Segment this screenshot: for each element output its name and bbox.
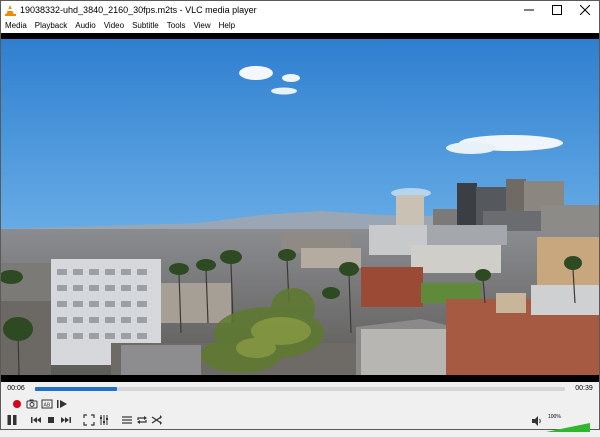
frame-step-button[interactable] <box>55 397 69 411</box>
menu-bar: Media Playback Audio Video Subtitle Tool… <box>1 19 599 33</box>
next-button[interactable] <box>59 413 73 427</box>
speaker-icon <box>532 416 541 426</box>
extended-settings-button[interactable] <box>97 413 111 427</box>
close-button[interactable] <box>571 1 599 19</box>
seek-row: 00:06 00:39 <box>1 382 599 395</box>
title-bar[interactable]: 19038332-uhd_3840_2160_30fps.m2ts - VLC … <box>1 1 599 19</box>
next-icon <box>61 417 71 423</box>
pause-icon <box>7 415 17 425</box>
loop-ab-button[interactable]: AB <box>40 397 54 411</box>
window-title: 19038332-uhd_3840_2160_30fps.m2ts - VLC … <box>20 5 257 15</box>
video-frame <box>1 33 599 382</box>
frame-step-icon <box>57 400 67 408</box>
mute-button[interactable] <box>531 415 543 427</box>
fullscreen-icon <box>83 414 95 426</box>
fullscreen-button[interactable] <box>82 413 96 427</box>
menu-subtitle[interactable]: Subtitle <box>128 19 163 33</box>
snapshot-button[interactable] <box>25 397 39 411</box>
playlist-button[interactable] <box>120 413 134 427</box>
maximize-icon <box>552 5 562 15</box>
menu-help[interactable]: Help <box>215 19 239 33</box>
menu-view[interactable]: View <box>189 19 214 33</box>
vlc-window: 19038332-uhd_3840_2160_30fps.m2ts - VLC … <box>0 0 600 432</box>
previous-button[interactable] <box>29 413 43 427</box>
menu-media[interactable]: Media <box>1 19 31 33</box>
minimize-icon <box>524 9 534 11</box>
menu-tools[interactable]: Tools <box>163 19 190 33</box>
extended-settings-icon <box>100 415 108 425</box>
video-area[interactable] <box>1 33 599 382</box>
record-icon <box>13 400 21 408</box>
menu-video[interactable]: Video <box>100 19 128 33</box>
total-time: 00:39 <box>575 385 593 392</box>
seek-progress <box>35 386 118 391</box>
svg-text:AB: AB <box>44 403 51 409</box>
volume-level-triangle <box>546 423 590 432</box>
loop-icon <box>137 416 147 424</box>
camera-icon <box>26 399 38 409</box>
record-button[interactable] <box>10 397 24 411</box>
stop-icon <box>48 417 54 423</box>
previous-icon <box>31 417 41 423</box>
shuffle-button[interactable] <box>150 413 164 427</box>
play-pause-button[interactable] <box>4 412 20 428</box>
seek-slider[interactable] <box>35 386 565 391</box>
menu-playback[interactable]: Playback <box>31 19 71 33</box>
loop-button[interactable] <box>135 413 149 427</box>
close-icon <box>580 5 590 15</box>
playlist-icon <box>122 416 132 424</box>
menu-audio[interactable]: Audio <box>71 19 99 33</box>
volume-slider[interactable] <box>546 419 590 432</box>
shuffle-icon <box>151 415 162 425</box>
maximize-button[interactable] <box>543 1 571 19</box>
elapsed-time: 00:06 <box>7 385 25 392</box>
minimize-button[interactable] <box>515 1 543 19</box>
vlc-cone-icon <box>5 4 16 16</box>
loop-ab-icon: AB <box>41 399 53 409</box>
stop-button[interactable] <box>44 413 58 427</box>
